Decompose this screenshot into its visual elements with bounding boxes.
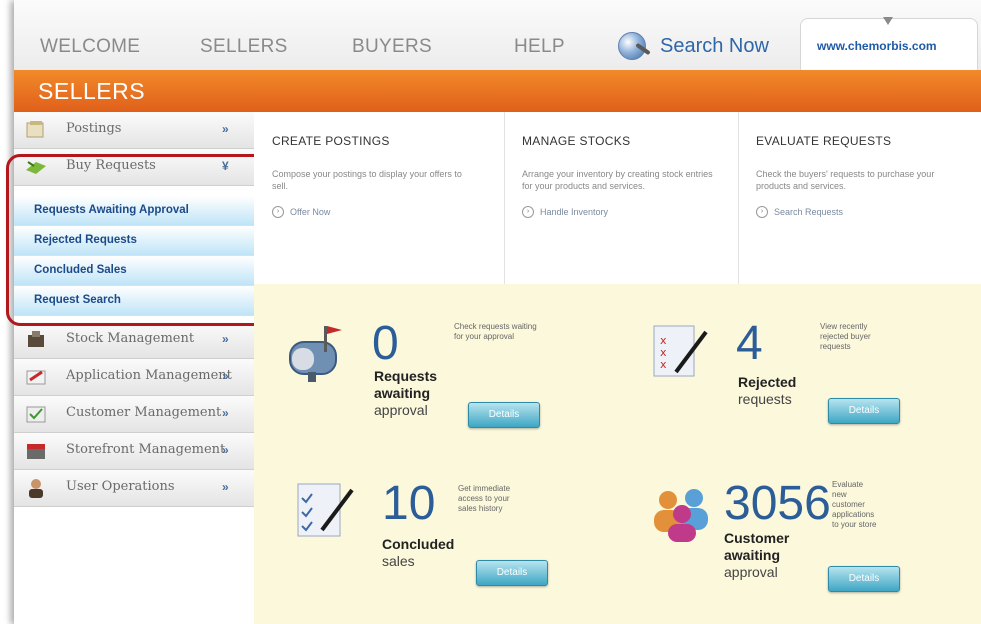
chevron-right-icon: »: [222, 480, 229, 494]
dashboard: 0 Check requests waiting for your approv…: [254, 284, 981, 624]
sidebar-item-label: Stock Management: [66, 331, 195, 346]
panel-title: CREATE POSTINGS: [272, 134, 390, 148]
dropdown-arrow-icon: [883, 17, 893, 25]
globe-search-icon: [618, 32, 651, 60]
svg-text:x: x: [660, 358, 667, 371]
nav-sellers[interactable]: SELLERS: [200, 36, 288, 58]
sidebar-item-label: Storefront Management: [66, 442, 226, 457]
card-label-rest: approval: [724, 564, 778, 580]
search-now-label: Search Now: [660, 34, 769, 57]
storefront-icon: [27, 444, 45, 459]
user-icon: [29, 479, 43, 498]
sidebar-item-label: Customer Management: [66, 405, 222, 420]
card-label: Concluded sales: [382, 536, 454, 570]
people-icon: [654, 489, 708, 542]
section-title: SELLERS: [38, 78, 146, 104]
panel-manage-stocks: MANAGE STOCKS Arrange your inventory by …: [504, 112, 740, 284]
panel-create-postings: CREATE POSTINGS Compose your postings to…: [254, 112, 490, 284]
card-label-bold: Customer awaiting: [724, 530, 790, 563]
action-panels: CREATE POSTINGS Compose your postings to…: [254, 112, 981, 285]
nav-welcome[interactable]: WELCOME: [40, 36, 140, 58]
stock-icon: [28, 331, 44, 347]
card-description: Get immediate access to your sales histo…: [458, 484, 511, 513]
card-label: Customer awaiting approval: [724, 530, 789, 581]
chevron-right-icon: »: [222, 332, 229, 346]
highlight-outline: [6, 154, 268, 326]
chevron-right-icon: »: [222, 369, 229, 383]
panel-title: MANAGE STOCKS: [522, 134, 631, 148]
chevron-right-icon: »: [222, 406, 229, 420]
sidebar-item-label: Application Management: [66, 368, 232, 383]
offer-now-link[interactable]: › Offer Now: [272, 206, 330, 218]
card-label-rest: requests: [738, 391, 792, 407]
arrow-circle-icon: ›: [522, 206, 534, 218]
mailbox-icon: [289, 326, 342, 382]
search-requests-link[interactable]: › Search Requests: [756, 206, 843, 218]
panel-link-label: Search Requests: [774, 207, 844, 217]
site-url-tab[interactable]: www.chemorbis.com: [800, 17, 978, 71]
sidebar-item-postings[interactable]: Postings »: [14, 112, 254, 149]
sidebar-item-storefront-management[interactable]: Storefront Management »: [14, 433, 254, 470]
chevron-right-icon: »: [222, 122, 229, 136]
sidebar-item-label: User Operations: [66, 479, 175, 494]
section-header: SELLERS: [14, 70, 981, 112]
card-label-bold: Requests awaiting: [374, 368, 438, 401]
panel-link-label: Offer Now: [290, 207, 331, 217]
customer-icon: [26, 406, 46, 423]
card-label-bold: Concluded: [382, 536, 455, 552]
search-now-button[interactable]: Search Now: [618, 30, 769, 62]
application-icon: [26, 370, 46, 385]
requests-awaiting-count: 0: [372, 317, 399, 370]
panel-title: EVALUATE REQUESTS: [756, 134, 892, 148]
chevron-right-icon: »: [222, 443, 229, 457]
arrow-circle-icon: ›: [756, 206, 768, 218]
panel-evaluate-requests: EVALUATE REQUESTS Check the buyers' requ…: [738, 112, 974, 284]
card-label-bold: Rejected: [738, 374, 797, 390]
concluded-count: 10: [382, 477, 436, 530]
details-button-customer[interactable]: Details: [828, 566, 900, 592]
sidebar-item-user-operations[interactable]: User Operations »: [14, 470, 254, 507]
card-label-rest: sales: [382, 553, 415, 569]
rejected-list-icon: x x x: [653, 325, 708, 377]
card-description: Evaluate new customer applications to yo…: [832, 480, 877, 529]
panel-description: Arrange your inventory by creating stock…: [522, 169, 713, 191]
sidebar-item-application-management[interactable]: Application Management »: [14, 359, 254, 396]
handle-inventory-link[interactable]: › Handle Inventory: [522, 206, 608, 218]
rejected-count: 4: [736, 317, 763, 370]
card-label: Requests awaiting approval: [374, 368, 437, 419]
details-button-awaiting[interactable]: Details: [468, 402, 540, 428]
sidebar-item-stock-management[interactable]: Stock Management »: [14, 322, 254, 359]
arrow-circle-icon: ›: [272, 206, 284, 218]
sidebar-item-customer-management[interactable]: Customer Management »: [14, 396, 254, 433]
details-button-rejected[interactable]: Details: [828, 398, 900, 424]
sidebar-item-label: Postings: [66, 121, 122, 136]
customer-awaiting-count: 3056: [724, 477, 831, 530]
checklist-icon: [297, 483, 354, 537]
card-label: Rejected requests: [738, 374, 796, 408]
card-description: View recently rejected buyer requests: [820, 322, 871, 351]
nav-buyers[interactable]: BUYERS: [352, 36, 432, 58]
card-description: Check requests waiting for your approval: [454, 322, 537, 341]
details-button-concluded[interactable]: Details: [476, 560, 548, 586]
card-label-rest: approval: [374, 402, 428, 418]
postings-icon: [26, 121, 44, 138]
app-frame: WELCOME SELLERS BUYERS HELP Search Now w…: [6, 0, 981, 624]
panel-description: Check the buyers' requests to purchase y…: [756, 169, 935, 191]
panel-description: Compose your postings to display your of…: [272, 169, 462, 191]
nav-help[interactable]: HELP: [514, 36, 565, 58]
panel-link-label: Handle Inventory: [540, 207, 609, 217]
site-url[interactable]: www.chemorbis.com: [817, 39, 937, 53]
top-navigation: WELCOME SELLERS BUYERS HELP Search Now w…: [14, 0, 981, 71]
